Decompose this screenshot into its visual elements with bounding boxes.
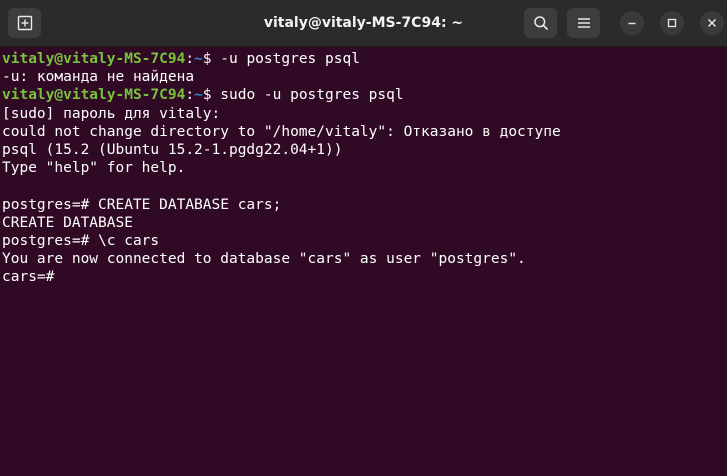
current-prompt-line: cars=# <box>2 269 55 286</box>
prompt-line-2: vitaly@vitaly-MS-7C94:~$ sudo -u postgre… <box>2 86 727 104</box>
prompt-separator: : <box>185 87 195 104</box>
terminal-window: vitaly@vitaly-MS-7C94: ~ vitaly@vitaly-M… <box>0 0 727 476</box>
close-icon <box>708 19 716 27</box>
terminal-output[interactable]: vitaly@vitaly-MS-7C94:~$ -u postgres psq… <box>0 47 727 476</box>
hamburger-menu-icon <box>577 18 590 28</box>
prompt-separator: : <box>185 51 195 67</box>
search-icon <box>533 16 548 31</box>
output-line: Type "help" for help. <box>2 160 186 177</box>
search-button[interactable] <box>524 8 557 38</box>
output-line: postgres=# \c cars <box>2 232 160 249</box>
output-line: [sudo] пароль для vitaly: <box>2 105 221 122</box>
prompt-path: ~ <box>194 51 203 67</box>
prompt-command: $ -u postgres psql <box>202 51 360 67</box>
prompt-path: ~ <box>194 87 203 104</box>
output-line: -u: команда не найдена <box>2 69 195 86</box>
prompt-command: $ sudo -u postgres psql <box>202 87 404 104</box>
minimize-icon <box>628 22 636 25</box>
prompt-user: vitaly@vitaly-MS-7C94 <box>2 51 186 67</box>
output-line: CREATE DATABASE <box>2 214 133 231</box>
minimize-button[interactable] <box>620 11 644 35</box>
title-bar: vitaly@vitaly-MS-7C94: ~ <box>0 0 727 47</box>
close-button[interactable] <box>700 11 724 35</box>
output-line: could not change directory to "/home/vit… <box>2 123 561 140</box>
output-line: postgres=# CREATE DATABASE cars; <box>2 196 282 213</box>
maximize-button[interactable] <box>660 11 684 35</box>
prompt-user: vitaly@vitaly-MS-7C94 <box>2 87 186 104</box>
scrollbar[interactable] <box>723 47 727 476</box>
output-line: psql (15.2 (Ubuntu 15.2-1.pgdg22.04+1)) <box>2 141 343 158</box>
menu-button[interactable] <box>567 8 600 38</box>
new-tab-icon <box>17 15 32 31</box>
prompt-line-1: vitaly@vitaly-MS-7C94:~$ -u postgres psq… <box>2 50 727 68</box>
window-title: vitaly@vitaly-MS-7C94: ~ <box>263 15 464 31</box>
maximize-icon <box>667 18 677 28</box>
output-line: You are now connected to database "cars"… <box>2 251 526 268</box>
new-tab-button[interactable] <box>8 8 41 38</box>
